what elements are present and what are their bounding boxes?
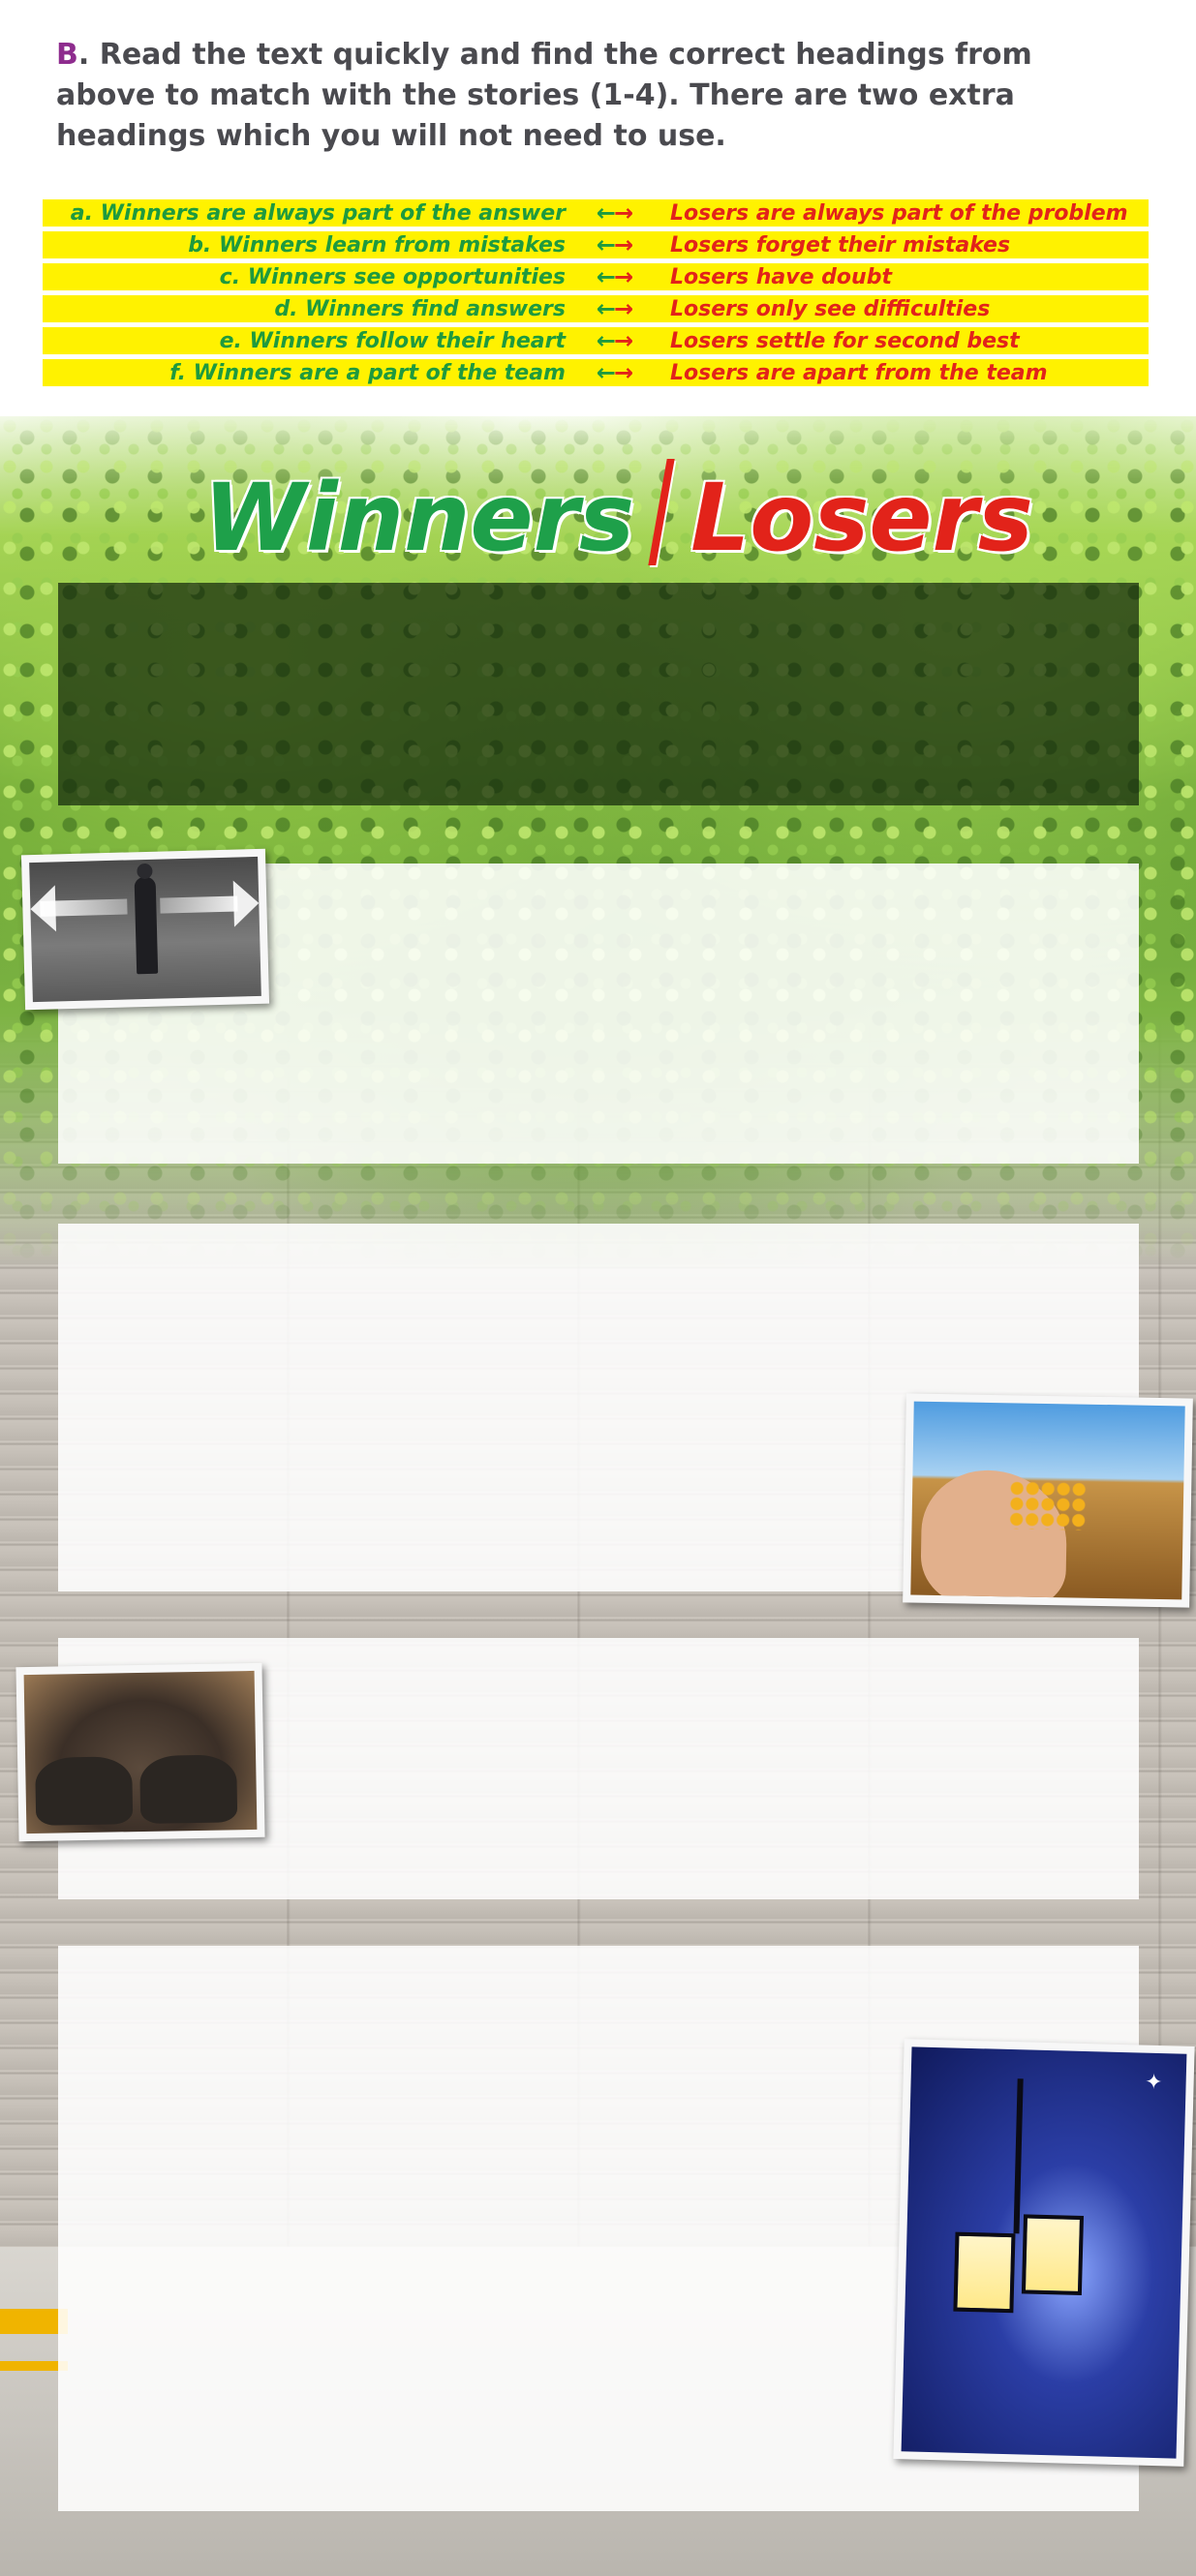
heading-row-d: d. Winners find answers ←→ Losers only s… (43, 295, 1149, 322)
heading-row-f: f. Winners are a part of the team ←→ Los… (43, 359, 1149, 386)
instruction-text: B. Read the text quickly and find the co… (56, 35, 1131, 157)
winner-heading: e. Winners follow their heart (219, 328, 566, 353)
intro-panel (58, 583, 1139, 805)
winner-heading: a. Winners are always part of the answer (70, 200, 566, 226)
double-arrow-icon: ←→ (596, 295, 633, 322)
winner-heading: c. Winners see opportunities (219, 264, 566, 289)
loser-heading: Losers only see difficulties (670, 296, 991, 321)
street-lamps-photo-icon: ✦ (893, 2039, 1195, 2467)
title-divider (648, 459, 675, 565)
star-icon: ✦ (1144, 2070, 1163, 2096)
loser-heading: Losers settle for second best (670, 328, 1020, 353)
title-losers: Losers (690, 464, 1033, 572)
winner-heading: d. Winners find answers (274, 296, 566, 321)
instruction-body: . Read the text quickly and find the cor… (56, 38, 1032, 153)
loser-heading: Losers have doubt (670, 264, 892, 289)
loser-heading: Losers forget their mistakes (670, 232, 1011, 258)
bare-feet-photo-icon (15, 1662, 265, 1842)
hand-with-seeds-photo-icon (903, 1393, 1193, 1608)
man-with-arrows-photo-icon (20, 848, 270, 1011)
poster-title: Winners Losers (203, 455, 1033, 581)
double-arrow-icon: ←→ (596, 263, 633, 290)
double-arrow-icon: ←→ (596, 231, 633, 258)
winner-heading: b. Winners learn from mistakes (188, 232, 566, 258)
double-arrow-icon: ←→ (596, 199, 633, 227)
heading-row-e: e. Winners follow their heart ←→ Losers … (43, 327, 1149, 354)
double-arrow-icon: ←→ (596, 359, 633, 386)
loser-heading: Losers are always part of the problem (670, 200, 1128, 226)
headings-list: a. Winners are always part of the answer… (43, 199, 1149, 391)
section-letter: B (56, 38, 78, 72)
loser-heading: Losers are apart from the team (670, 360, 1048, 385)
winner-heading: f. Winners are a part of the team (169, 360, 566, 385)
heading-row-b: b. Winners learn from mistakes ←→ Losers… (43, 231, 1149, 258)
title-winners: Winners (203, 464, 635, 572)
heading-row-a: a. Winners are always part of the answer… (43, 199, 1149, 227)
heading-row-c: c. Winners see opportunities ←→ Losers h… (43, 263, 1149, 290)
poster: Winners Losers ✦ (0, 416, 1196, 2576)
double-arrow-icon: ←→ (596, 327, 633, 354)
